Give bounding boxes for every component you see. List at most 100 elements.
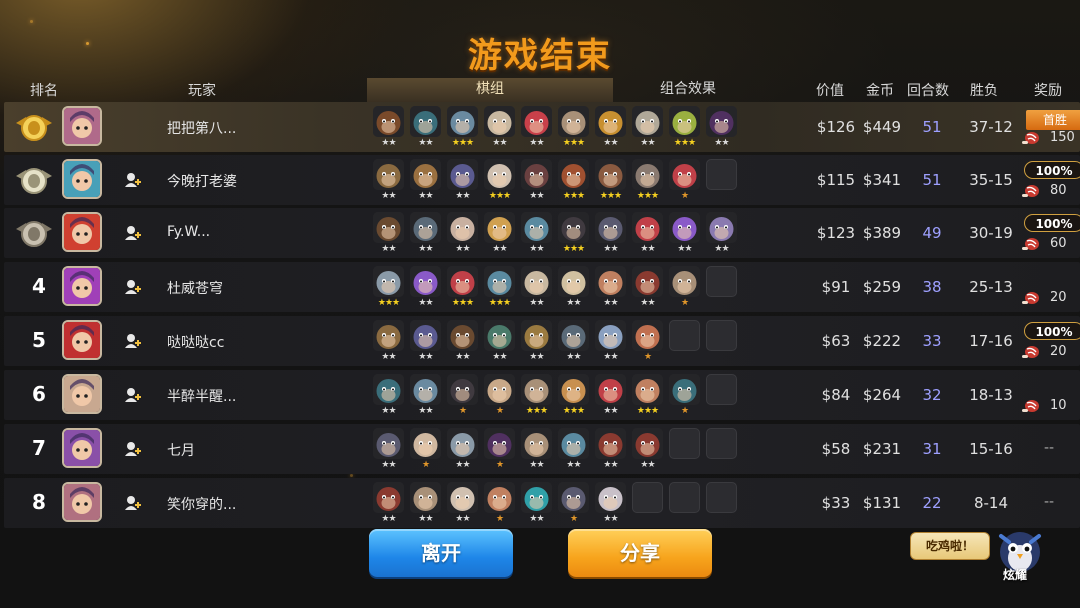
tab-pieces[interactable]: 棋组 [367, 78, 613, 104]
chess-piece[interactable]: ★★ [595, 266, 626, 312]
chess-piece[interactable]: ★★ [484, 320, 515, 366]
leave-button[interactable]: 离开 [369, 529, 513, 577]
chess-piece[interactable]: ★★ [410, 212, 441, 258]
share-button[interactable]: 分享 [568, 529, 712, 577]
chess-piece[interactable]: ★★★ [595, 159, 626, 205]
player-name[interactable]: 笑你穿的... [167, 494, 236, 514]
chess-piece[interactable]: ★★ [669, 212, 700, 258]
chess-piece[interactable]: ★★ [410, 106, 441, 152]
player-avatar[interactable] [62, 266, 102, 306]
chess-piece[interactable]: ★★ [373, 159, 404, 205]
chess-piece[interactable]: ★★★ [521, 374, 552, 420]
chess-piece[interactable]: ★★ [447, 482, 478, 528]
chess-piece[interactable]: ★★ [595, 106, 626, 152]
chess-piece[interactable]: ★★★ [558, 159, 589, 205]
chess-piece[interactable]: ★ [558, 482, 589, 528]
chess-piece[interactable]: ★ [669, 159, 700, 205]
player-avatar[interactable] [62, 482, 102, 522]
chess-piece[interactable]: ★★ [595, 482, 626, 528]
chess-piece[interactable]: ★★ [410, 374, 441, 420]
chess-piece[interactable]: ★ [669, 374, 700, 420]
player-name[interactable]: 哒哒哒cc [167, 332, 224, 352]
chess-piece[interactable]: ★★ [558, 428, 589, 474]
chess-piece[interactable]: ★ [447, 374, 478, 420]
add-friend-icon[interactable] [124, 494, 142, 512]
player-name[interactable]: 杜威苍穹 [167, 278, 223, 298]
chess-piece[interactable]: ★★★ [669, 106, 700, 152]
chess-piece[interactable]: ★★ [595, 320, 626, 366]
chess-piece[interactable]: ★★ [521, 482, 552, 528]
chess-piece[interactable]: ★★ [558, 266, 589, 312]
player-avatar[interactable] [62, 159, 102, 199]
tab-synergy[interactable]: 组合效果 [660, 78, 716, 98]
chess-piece[interactable]: ★★ [373, 482, 404, 528]
player-avatar[interactable] [62, 428, 102, 468]
chess-piece[interactable]: ★★ [373, 320, 404, 366]
chess-piece[interactable]: ★★ [521, 212, 552, 258]
chess-piece[interactable]: ★★ [484, 106, 515, 152]
player-name[interactable]: 把把第八... [167, 118, 236, 138]
player-avatar[interactable] [62, 212, 102, 252]
chess-piece[interactable]: ★★ [373, 212, 404, 258]
chess-piece[interactable]: ★★ [521, 320, 552, 366]
chess-piece[interactable]: ★★ [373, 374, 404, 420]
chess-piece[interactable]: ★★ [521, 106, 552, 152]
chess-piece[interactable]: ★ [410, 428, 441, 474]
chess-piece[interactable]: ★★ [595, 374, 626, 420]
chess-piece[interactable]: ★★★ [447, 106, 478, 152]
chess-piece[interactable]: ★★ [410, 482, 441, 528]
chess-piece[interactable]: ★★★ [484, 159, 515, 205]
chess-piece[interactable]: ★★ [521, 159, 552, 205]
player-name[interactable]: 今晚打老婆 [167, 171, 237, 191]
player-avatar[interactable] [62, 320, 102, 360]
add-friend-icon[interactable] [124, 224, 142, 242]
chess-piece[interactable]: ★★★ [484, 266, 515, 312]
player-name[interactable]: 七月 [167, 440, 195, 460]
chess-piece[interactable]: ★ [632, 320, 663, 366]
chess-piece[interactable]: ★★ [632, 428, 663, 474]
chess-piece[interactable]: ★★ [447, 212, 478, 258]
chess-piece[interactable]: ★★ [410, 159, 441, 205]
chess-piece[interactable]: ★★ [595, 212, 626, 258]
add-friend-icon[interactable] [124, 278, 142, 296]
chess-piece[interactable]: ★★ [447, 428, 478, 474]
player-avatar[interactable] [62, 374, 102, 414]
chess-piece[interactable]: ★★ [521, 266, 552, 312]
chess-piece-portrait-icon [373, 482, 404, 513]
chess-piece[interactable]: ★ [484, 374, 515, 420]
chess-piece[interactable]: ★★★ [558, 212, 589, 258]
chess-piece[interactable]: ★★ [373, 106, 404, 152]
chess-piece[interactable]: ★★ [706, 212, 737, 258]
chess-piece[interactable]: ★★ [632, 106, 663, 152]
chess-piece[interactable]: ★★★ [447, 266, 478, 312]
chess-piece[interactable]: ★★ [632, 266, 663, 312]
chess-piece[interactable]: ★★ [521, 428, 552, 474]
chess-piece[interactable]: ★★ [410, 266, 441, 312]
add-friend-icon[interactable] [124, 332, 142, 350]
chess-piece[interactable]: ★★ [632, 212, 663, 258]
chess-piece[interactable]: ★ [484, 428, 515, 474]
chess-piece[interactable]: ★★★ [632, 159, 663, 205]
chess-piece[interactable]: ★★ [410, 320, 441, 366]
chess-piece[interactable]: ★ [669, 266, 700, 312]
chess-piece[interactable]: ★★★ [558, 374, 589, 420]
chess-piece[interactable]: ★★ [558, 320, 589, 366]
player-name[interactable]: 半醉半醒... [167, 386, 236, 406]
chess-piece[interactable]: ★★ [484, 212, 515, 258]
chess-piece[interactable]: ★★★ [558, 106, 589, 152]
chess-piece[interactable]: ★ [484, 482, 515, 528]
chess-piece[interactable]: ★★ [706, 106, 737, 152]
chess-piece[interactable]: ★★ [595, 428, 626, 474]
add-friend-icon[interactable] [124, 171, 142, 189]
mascot-label[interactable]: 炫耀 [1003, 566, 1027, 583]
player-avatar[interactable] [62, 106, 102, 146]
add-friend-icon[interactable] [124, 386, 142, 404]
chess-piece[interactable]: ★★ [447, 320, 478, 366]
chess-piece[interactable]: ★★★ [632, 374, 663, 420]
chess-piece[interactable]: ★★★ [373, 266, 404, 312]
add-friend-icon[interactable] [124, 440, 142, 458]
player-name[interactable]: Fy.W... [167, 224, 210, 240]
chess-piece[interactable]: ★★ [447, 159, 478, 205]
chess-piece[interactable]: ★★ [373, 428, 404, 474]
star-rating: ★★★ [488, 298, 511, 308]
